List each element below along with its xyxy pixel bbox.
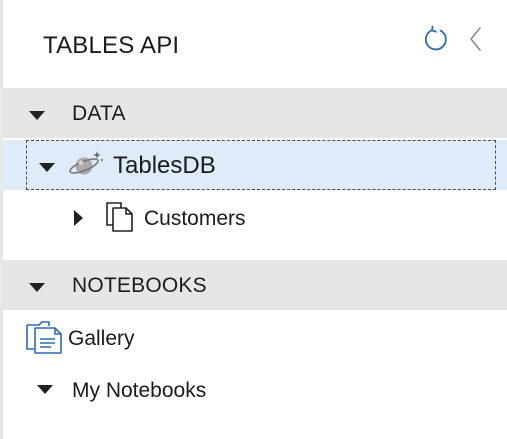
gallery-notebook-icon — [25, 319, 65, 360]
tree-item-table[interactable]: Customers — [3, 192, 507, 244]
caret-down-icon — [29, 280, 45, 298]
database-name: TablesDB — [113, 152, 216, 179]
refresh-button[interactable] — [421, 25, 451, 58]
gallery-label: Gallery — [68, 327, 135, 350]
section-label-notebooks: NOTEBOOKS — [72, 274, 207, 297]
refresh-icon — [422, 25, 450, 58]
section-header-data[interactable]: DATA — [3, 88, 507, 138]
section-header-notebooks[interactable]: NOTEBOOKS — [3, 260, 507, 310]
table-documents-icon — [104, 201, 136, 238]
cosmos-planet-icon — [69, 148, 105, 187]
caret-down-icon[interactable] — [39, 160, 55, 178]
caret-down-icon[interactable] — [37, 382, 53, 400]
caret-down-icon — [29, 108, 45, 126]
table-name: Customers — [144, 207, 246, 230]
tree-item-my-notebooks[interactable]: My Notebooks — [3, 366, 507, 416]
caret-right-icon[interactable] — [74, 210, 84, 231]
panel-title: TABLES API — [43, 32, 180, 59]
panel-header: TABLES API — [3, 0, 507, 88]
tree-item-gallery[interactable]: Gallery — [3, 314, 507, 364]
chevron-left-icon — [466, 25, 486, 58]
my-notebooks-label: My Notebooks — [72, 379, 207, 402]
tree-item-database[interactable]: TablesDB — [3, 140, 507, 190]
section-label-data: DATA — [72, 102, 126, 125]
resource-tree-panel: TABLES API DATA TablesDB Customers NOTEB… — [3, 0, 507, 439]
collapse-panel-button[interactable] — [461, 26, 491, 56]
